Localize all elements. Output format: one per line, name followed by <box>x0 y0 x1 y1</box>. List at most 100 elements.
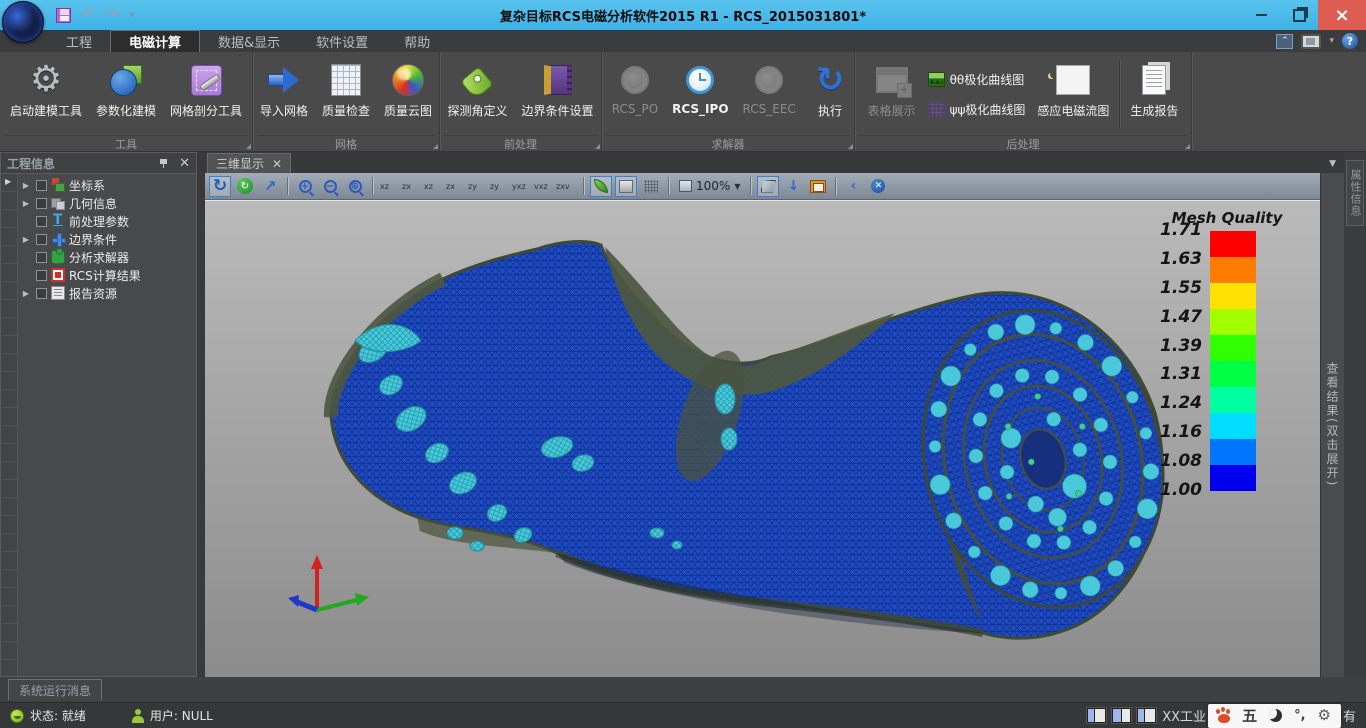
legend-color-band <box>1210 283 1256 309</box>
viewport-3d[interactable]: Mesh Quality 1.711.631.551.471.391.311.2… <box>205 200 1320 677</box>
quality-cloud-map-button[interactable]: 质量云图 <box>378 54 438 134</box>
expand-icon[interactable]: ▶ <box>20 199 32 208</box>
tree-item-boundary-conditions[interactable]: ▶ 边界条件 <box>18 230 196 248</box>
close-panel-icon[interactable]: ✕ <box>179 157 190 170</box>
zoom-level-value: 100% <box>696 179 730 193</box>
ime-settings-gear-icon[interactable]: ⚙ <box>1318 708 1331 723</box>
table-window-icon <box>876 67 908 93</box>
rcs-ipo-button[interactable]: RCS_IPO <box>666 54 734 134</box>
ime-toolbar[interactable]: 五 °, ⚙ <box>1208 704 1341 728</box>
restore-button[interactable] <box>1280 0 1318 30</box>
green-tag-icon <box>461 66 495 100</box>
axis-view-button-vxz[interactable]: vxz <box>533 176 555 197</box>
rcs-result-icon <box>51 268 65 282</box>
surface-display-button[interactable] <box>757 176 779 197</box>
axis-view-button-zx[interactable]: zx <box>445 176 467 197</box>
execute-button[interactable]: ↻ 执行 <box>810 54 851 134</box>
mesh-partition-tool-button[interactable]: 网格剖分工具 <box>164 54 248 134</box>
tab-software-settings[interactable]: 软件设置 <box>298 30 386 52</box>
checkbox[interactable] <box>36 252 47 263</box>
launch-modeling-tool-button[interactable]: ⚙ 启动建模工具 <box>4 54 88 134</box>
axis-view-button-zxv[interactable]: zxv <box>555 176 577 197</box>
group-launcher-icon[interactable] <box>433 144 438 149</box>
boundary-condition-settings-button[interactable]: 边界条件设置 <box>516 54 600 134</box>
pan-tool-button[interactable]: ↗ <box>259 176 281 197</box>
close-tab-icon[interactable]: ✕ <box>272 157 282 171</box>
ime-moon-icon[interactable] <box>1269 709 1282 722</box>
zoom-dropdown-icon[interactable]: ▼ <box>734 182 740 191</box>
psi-polarization-curve-button[interactable]: ψψ极化曲线图 <box>924 96 1030 122</box>
tab-data-display[interactable]: 数据&显示 <box>200 30 298 52</box>
rotate-tool-button[interactable]: ↻ <box>209 176 231 197</box>
results-collapsed-strip[interactable]: 查看结果(双击展开) <box>1320 173 1344 677</box>
expand-icon[interactable]: ▶ <box>20 181 32 190</box>
expand-icon[interactable]: ▶ <box>20 235 32 244</box>
import-view-button[interactable]: ↓ <box>782 176 804 197</box>
tab-help[interactable]: 帮助 <box>386 30 448 52</box>
zoom-fit-button[interactable]: ⊕ <box>344 176 366 197</box>
layout-wide-panel-icon[interactable] <box>1112 708 1131 723</box>
collapse-ribbon-icon[interactable]: ⌃ <box>1276 34 1293 49</box>
zoom-level-control[interactable]: 100% ▼ <box>675 179 744 193</box>
tab-em-computation[interactable]: 电磁计算 <box>110 30 200 52</box>
axis-view-button-zx[interactable]: zx <box>401 176 423 197</box>
axis-view-button-zy[interactable]: zy <box>467 176 489 197</box>
ime-mode-label[interactable]: 五 <box>1242 705 1257 726</box>
group-launcher-icon[interactable] <box>848 144 853 149</box>
group-launcher-icon[interactable] <box>1185 144 1190 149</box>
checkbox[interactable] <box>36 288 47 299</box>
tab-3d-display[interactable]: 三维显示 ✕ <box>207 153 291 173</box>
ime-logo-paw-icon[interactable] <box>1218 714 1230 723</box>
import-mesh-button[interactable]: 导入网格 <box>254 54 314 134</box>
checkbox[interactable] <box>36 216 47 227</box>
share-view-button[interactable]: ‹ <box>842 176 864 197</box>
system-message-tab[interactable]: 系统运行消息 <box>8 679 102 700</box>
induced-current-map-button[interactable]: 感应电磁流图 <box>1031 54 1115 134</box>
help-icon[interactable]: ? <box>1342 33 1358 49</box>
tree-item-rcs-results[interactable]: RCS计算结果 <box>18 266 196 284</box>
checkbox[interactable] <box>36 198 47 209</box>
generate-report-button[interactable]: 生成报告 <box>1124 54 1184 134</box>
checkbox[interactable] <box>36 234 47 245</box>
zoom-in-button[interactable]: + <box>294 176 316 197</box>
axis-view-button-xz[interactable]: xz <box>379 176 401 197</box>
group-launcher-icon[interactable] <box>595 144 600 149</box>
clear-view-button[interactable]: ✕ <box>867 176 889 197</box>
tree-item-coordinate-system[interactable]: ▶ 坐标系 <box>18 176 196 194</box>
tree-item-geometry-info[interactable]: ▶ 几何信息 <box>18 194 196 212</box>
app-logo-icon[interactable] <box>2 1 44 43</box>
display-icon[interactable] <box>1301 34 1321 49</box>
expand-icon[interactable]: ▶ <box>20 289 32 298</box>
layout-left-panel-icon[interactable] <box>1087 708 1106 723</box>
wireframe-button[interactable] <box>640 176 662 197</box>
theta-polarization-curve-button[interactable]: θθ极化曲线图 <box>924 66 1030 92</box>
tree-item-report-resources[interactable]: ▶ 报告资源 <box>18 284 196 302</box>
panel-splitter[interactable] <box>197 152 205 677</box>
close-button[interactable] <box>1318 0 1366 30</box>
display-dropdown-icon[interactable]: ▾ <box>1329 36 1334 46</box>
tab-project[interactable]: 工程 <box>48 30 110 52</box>
parametric-modeling-button[interactable]: 参数化建模 <box>90 54 162 134</box>
tab-list-dropdown-icon[interactable]: ▼ <box>1329 159 1344 173</box>
checkbox[interactable] <box>36 180 47 191</box>
property-info-tab[interactable]: 属性信息 <box>1346 160 1364 226</box>
axis-view-button-zy[interactable]: zy <box>489 176 511 197</box>
flat-shade-button[interactable] <box>615 176 637 197</box>
tree-item-preprocess-params[interactable]: 前处理参数 <box>18 212 196 230</box>
ime-punctuation-icon[interactable]: °, <box>1294 708 1305 723</box>
checkbox[interactable] <box>36 270 47 281</box>
probe-angle-define-button[interactable]: 探测角定义 <box>441 54 513 134</box>
zoom-out-button[interactable]: − <box>319 176 341 197</box>
orbit-tool-button[interactable]: ↻ <box>234 176 256 197</box>
scene-manager-button[interactable] <box>807 176 829 197</box>
axis-view-button-yxz[interactable]: yxz <box>511 176 533 197</box>
group-launcher-icon[interactable] <box>246 144 251 149</box>
minimize-button[interactable] <box>1242 0 1280 30</box>
tree-item-analysis-solver[interactable]: 分析求解器 <box>18 248 196 266</box>
pin-icon[interactable] <box>160 159 167 168</box>
render-leaf-button[interactable] <box>590 176 612 197</box>
layout-bottom-panel-icon[interactable] <box>1137 708 1156 723</box>
quality-check-button[interactable]: 质量检查 <box>316 54 376 134</box>
axis-view-button-xz[interactable]: xz <box>423 176 445 197</box>
report-icon <box>51 286 65 300</box>
